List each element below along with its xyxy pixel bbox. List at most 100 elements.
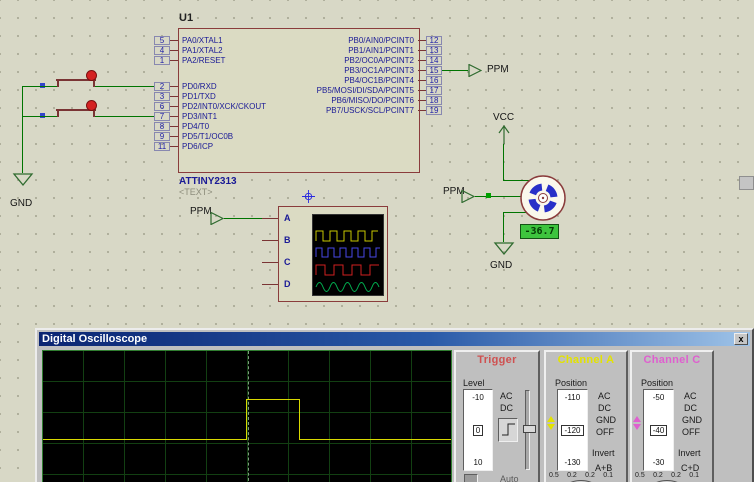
pin-number[interactable]: 11 (154, 142, 170, 151)
trigger-level-scale[interactable]: -10 0 10 (463, 389, 493, 471)
ground-symbol-icon (493, 242, 515, 256)
arrow-up-icon (633, 416, 641, 422)
pin-number[interactable]: 9 (154, 132, 170, 141)
knob-tick: 0.5 (549, 472, 559, 479)
trace-segment (299, 439, 451, 440)
chip-reference-label: U1 (179, 12, 193, 24)
push-button-post (57, 111, 59, 117)
channel-c-invert-option[interactable]: Invert (678, 448, 701, 458)
scale-value: -50 (653, 393, 665, 402)
pin-name: PD4/T0 (178, 122, 354, 131)
knob-tick: 0.2 (567, 472, 577, 479)
pin-row: 19 PB7/USCK/SCL/PCINT7 (280, 106, 442, 115)
pin-name: PB1/AIN1/PCINT1 (280, 46, 418, 55)
pin-leg (170, 40, 178, 41)
pin-number[interactable]: 6 (154, 102, 170, 111)
pin-row: 11PD6/ICP (154, 142, 354, 151)
channel-c-position-indicator[interactable] (633, 416, 641, 430)
trigger-level-slider[interactable] (525, 390, 530, 470)
scale-current-value: 0 (473, 425, 483, 436)
pin-number[interactable]: 8 (154, 122, 170, 131)
pin-number[interactable]: 3 (154, 92, 170, 101)
oscilloscope-window-title: Digital Oscilloscope (42, 333, 147, 345)
pin-number[interactable]: 13 (426, 46, 442, 55)
pin-name: PB7/USCK/SCL/PCINT7 (280, 106, 418, 115)
knob-tick-labels: 0.5 0.2 0.2 0.1 (635, 472, 699, 479)
pin-leg (170, 86, 178, 87)
channel-a-position-indicator[interactable] (547, 416, 555, 430)
channel-a-position-scale[interactable]: -110 -120 -130 (557, 389, 588, 471)
pin-leg (418, 40, 426, 41)
trigger-dc-option[interactable]: DC (500, 403, 513, 413)
pin-leg (170, 126, 178, 127)
pin-name: PB3/OC1A/PCINT3 (280, 66, 418, 75)
channel-c-gnd-option[interactable]: GND (682, 415, 702, 425)
gnd-left-label: GND (10, 198, 32, 209)
window-edge-artifact (739, 176, 754, 190)
terminal-arrow-icon (210, 212, 224, 225)
pin-leg (262, 284, 278, 285)
channel-a-ac-option[interactable]: AC (598, 391, 611, 401)
pin-row: 9 PD5/T1/OC0B (154, 132, 354, 141)
pin-number[interactable]: 19 (426, 106, 442, 115)
channel-a-panel: Channel A Position -110 -120 -130 AC DC … (544, 350, 628, 482)
ppm-scope-terminal-label: PPM (190, 206, 212, 217)
terminal-arrow-icon (461, 190, 475, 203)
close-button[interactable]: x (734, 333, 748, 345)
channel-a-dc-option[interactable]: DC (598, 403, 611, 413)
pin-leg (418, 90, 426, 91)
arrow-up-icon (547, 416, 555, 422)
pin-number[interactable]: 12 (426, 36, 442, 45)
servo-motor[interactable] (517, 172, 569, 224)
power-arrow-icon (497, 124, 511, 144)
trace-segment (246, 399, 247, 440)
trigger-slope-selector[interactable] (498, 418, 518, 442)
pin-leg (170, 106, 178, 107)
wire-junction-marker (486, 193, 491, 198)
push-button-1-actuator[interactable] (86, 70, 97, 81)
slider-handle[interactable] (523, 425, 536, 433)
servo-angle-display: -36.7 (520, 224, 559, 239)
pin-leg (418, 110, 426, 111)
scale-value: -10 (472, 393, 484, 402)
pin-leg (170, 50, 178, 51)
channel-c-panel-title: Channel C (632, 352, 712, 366)
pin-number[interactable]: 17 (426, 86, 442, 95)
trigger-ac-option[interactable]: AC (500, 391, 513, 401)
pin-row: 8 PD4/T0 (154, 122, 354, 131)
channel-c-off-option[interactable]: OFF (682, 427, 700, 437)
pin-number[interactable]: 1 (154, 56, 170, 65)
pin-number[interactable]: 18 (426, 96, 442, 105)
pin-leg (170, 136, 178, 137)
pin-number[interactable]: 5 (154, 36, 170, 45)
pin-number[interactable]: 2 (154, 82, 170, 91)
push-button-2-actuator[interactable] (86, 100, 97, 111)
oscilloscope-screen (42, 350, 452, 482)
knob-tick: 0.2 (585, 472, 595, 479)
channel-a-position-label: Position (555, 378, 587, 388)
pin-number[interactable]: 7 (154, 112, 170, 121)
pin-leg (418, 60, 426, 61)
scope-input-a-label: A (284, 213, 291, 223)
trigger-auto-button[interactable]: Auto (500, 474, 519, 482)
pin-number[interactable]: 16 (426, 76, 442, 85)
channel-c-position-scale[interactable]: -50 -40 -30 (643, 389, 674, 471)
channel-a-gnd-option[interactable]: GND (596, 415, 616, 425)
pin-name: PB4/OC1B/PCINT4 (280, 76, 418, 85)
channel-c-ac-option[interactable]: AC (684, 391, 697, 401)
scope-input-c-label: C (284, 257, 291, 267)
pin-number[interactable]: 4 (154, 46, 170, 55)
channel-c-dc-option[interactable]: DC (684, 403, 697, 413)
channel-a-off-option[interactable]: OFF (596, 427, 614, 437)
channel-a-invert-option[interactable]: Invert (592, 448, 615, 458)
trigger-panel: Trigger Level -10 0 10 AC DC Auto (454, 350, 540, 482)
pin-row: 17PB5/MOSI/DI/SDA/PCINT5 (280, 86, 442, 95)
knob-tick: 0.1 (689, 472, 699, 479)
pin-row: 14PB2/OC0A/PCINT2 (280, 56, 442, 65)
oscilloscope-titlebar[interactable]: Digital Oscilloscope x (39, 332, 750, 346)
pin-number[interactable]: 15 (426, 66, 442, 75)
scope-component-screen (312, 214, 384, 296)
pin-name: PD5/T1/OC0B (178, 132, 354, 141)
knob-tick: 0.2 (671, 472, 681, 479)
pin-number[interactable]: 14 (426, 56, 442, 65)
